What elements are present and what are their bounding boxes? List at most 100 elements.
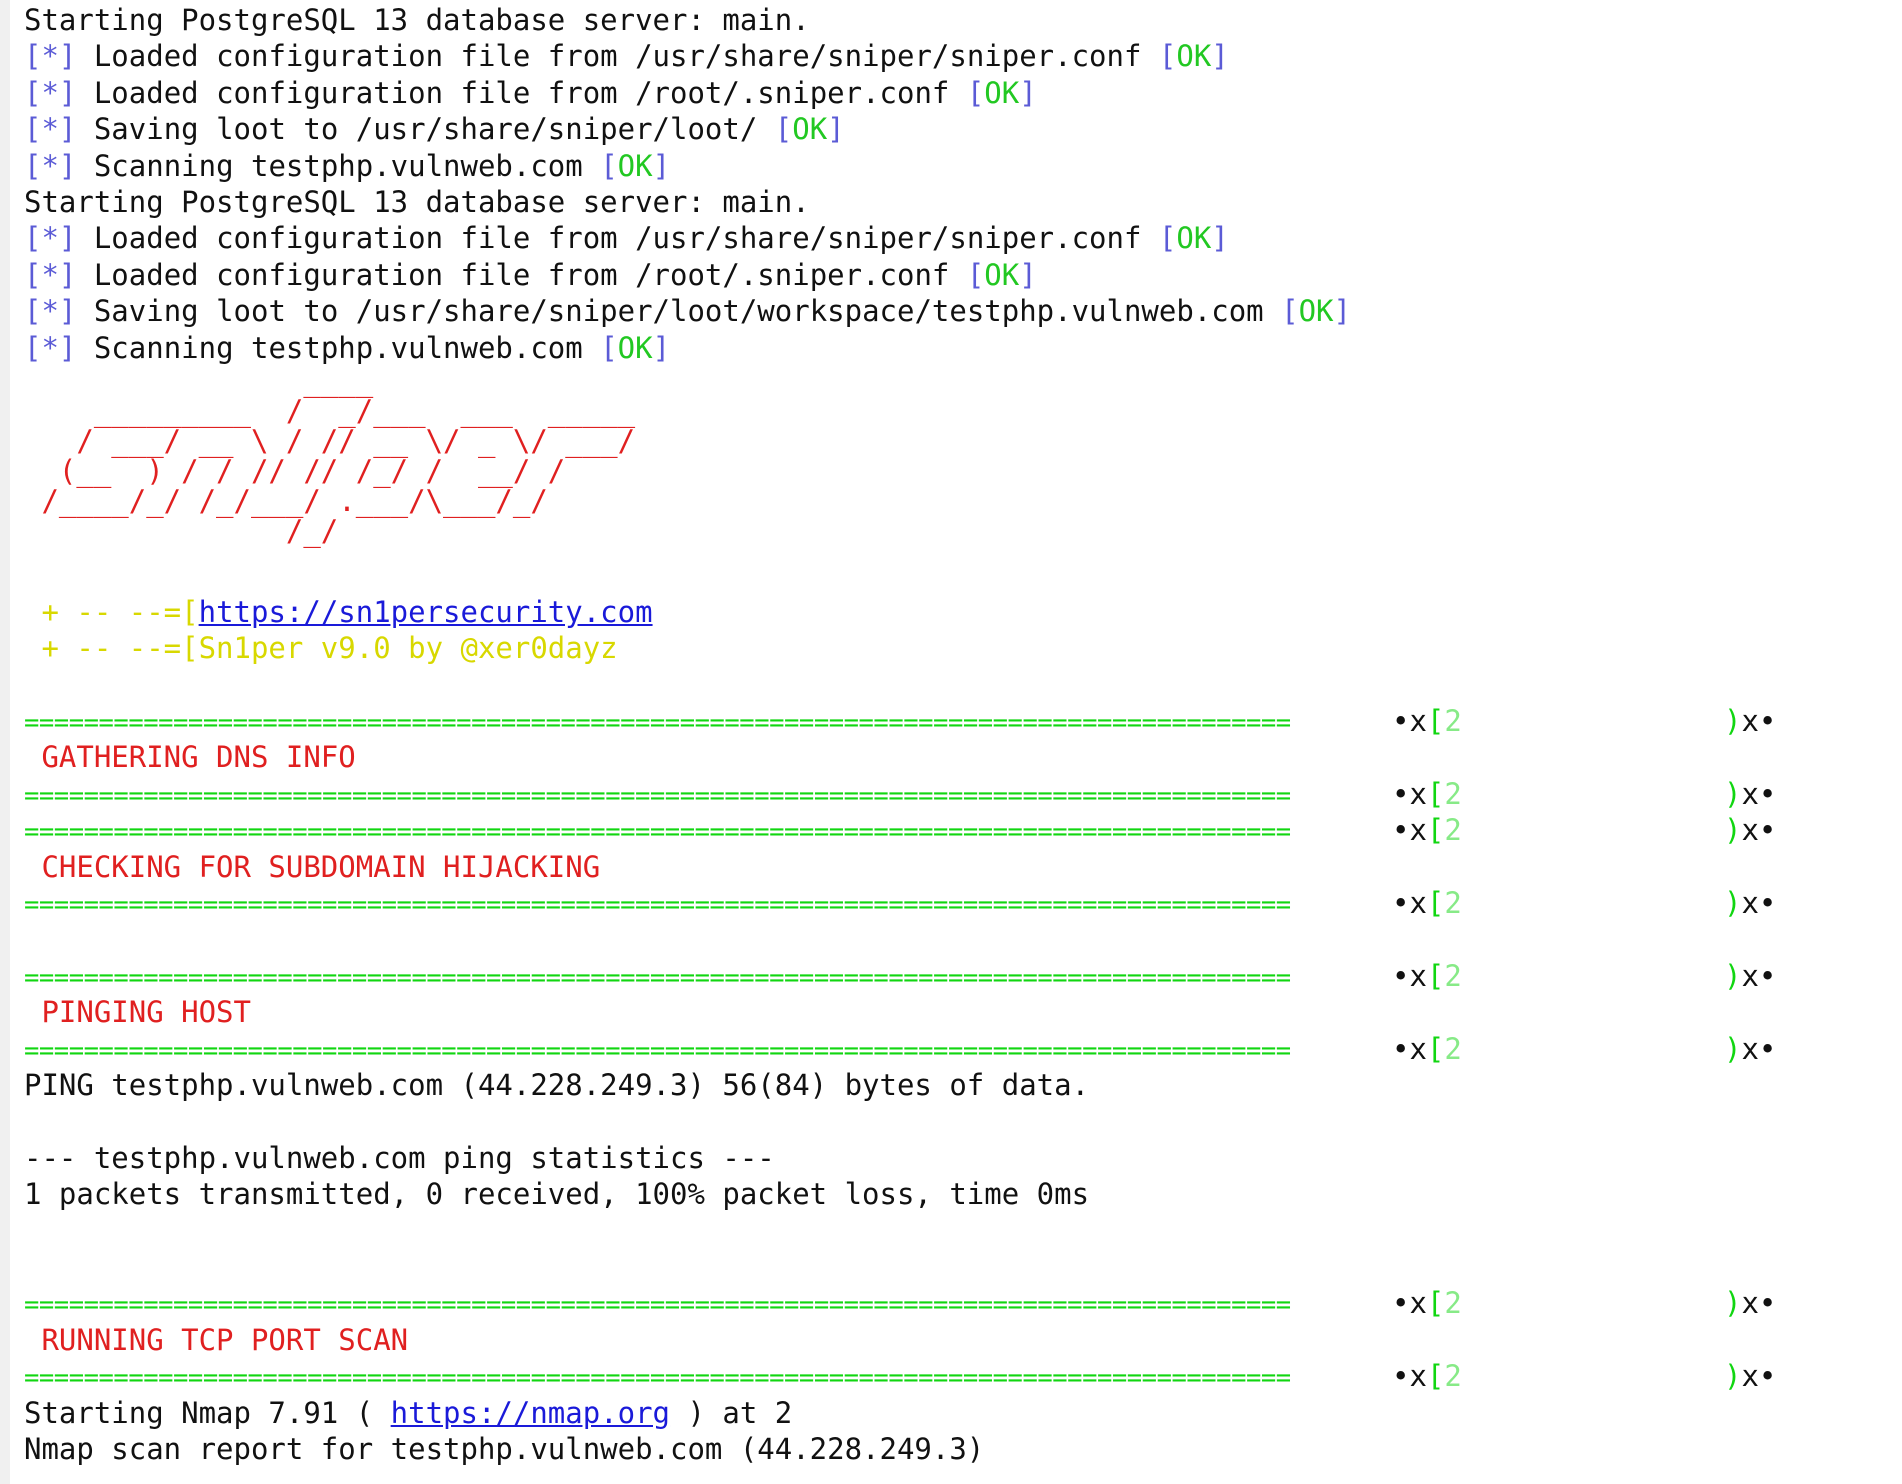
- status-group-2: [*] Loaded configuration file from /usr/…: [24, 220, 1902, 366]
- status-prefix: [*]: [24, 294, 77, 329]
- status-group-1: [*] Loaded configuration file from /usr/…: [24, 38, 1902, 184]
- ok-text: OK: [617, 330, 653, 365]
- logo-line: /____/_/ /_/___/ .___/\___/_/: [24, 483, 548, 518]
- separator-line: ========================================…: [24, 812, 1902, 848]
- separator-line: ========================================…: [24, 703, 1902, 739]
- separator-timestamp: •x[2: [1392, 813, 1462, 848]
- ping-start-line: PING testphp.vulnweb.com (44.228.249.3) …: [24, 1067, 1090, 1102]
- ok-badge: [OK]: [1158, 39, 1229, 74]
- separator-rule: ========================================…: [24, 817, 1291, 848]
- separator-end: )x•: [1724, 704, 1777, 739]
- ok-text: OK: [984, 75, 1020, 110]
- status-prefix: [*]: [24, 221, 77, 256]
- left-gutter: [0, 0, 10, 1484]
- terminal-output[interactable]: Starting PostgreSQL 13 database server: …: [24, 2, 1902, 1467]
- separator-line: ========================================…: [24, 1285, 1902, 1321]
- ping-stats-header: --- testphp.vulnweb.com ping statistics …: [24, 1140, 775, 1175]
- sniper-ascii-logo: ____ _________ / _/___ ___ _____ / ___/ …: [24, 366, 1902, 546]
- nmap-start-line: Starting Nmap 7.91 ( https://nmap.org ) …: [24, 1395, 1902, 1431]
- status-line: [*] Loaded configuration file from /usr/…: [24, 38, 1902, 74]
- status-text: Scanning testphp.vulnweb.com: [76, 330, 601, 365]
- logo-line: _________ / _/___ ___ _____: [24, 393, 636, 428]
- separator-end: )x•: [1724, 776, 1777, 811]
- logo-line: ____: [24, 363, 374, 398]
- status-line: [*] Scanning testphp.vulnweb.com [OK]: [24, 148, 1902, 184]
- status-prefix: [*]: [24, 112, 77, 147]
- status-prefix: [*]: [24, 75, 77, 110]
- ok-badge: [OK]: [600, 330, 671, 365]
- nmap-report-line: Nmap scan report for testphp.vulnweb.com…: [24, 1431, 985, 1466]
- status-text: Loaded configuration file from /root/.sn…: [76, 257, 967, 292]
- status-prefix: [*]: [24, 39, 77, 74]
- separator-rule: ========================================…: [24, 1363, 1291, 1394]
- status-line: [*] Saving loot to /usr/share/sniper/loo…: [24, 293, 1902, 329]
- status-prefix: [*]: [24, 257, 77, 292]
- status-line: [*] Loaded configuration file from /root…: [24, 75, 1902, 111]
- ping-stats-line: 1 packets transmitted, 0 received, 100% …: [24, 1177, 1090, 1212]
- status-line: [*] Loaded configuration file from /usr/…: [24, 220, 1902, 256]
- separator-rule: ========================================…: [24, 1290, 1291, 1321]
- separator-rule: ========================================…: [24, 962, 1291, 993]
- ok-badge: [OK]: [966, 257, 1037, 292]
- separator-end: )x•: [1724, 813, 1777, 848]
- separator-end: )x•: [1724, 1031, 1777, 1066]
- banner-prefix: + -- --=[: [24, 594, 199, 629]
- ok-text: OK: [617, 148, 653, 183]
- section-heading-tcp: RUNNING TCP PORT SCAN: [24, 1322, 409, 1357]
- status-text: Saving loot to /usr/share/sniper/loot/: [76, 112, 775, 147]
- logo-line: (__ ) / / // // /_/ / __/ /: [24, 453, 566, 488]
- ok-text: OK: [1176, 221, 1212, 256]
- status-prefix: [*]: [24, 330, 77, 365]
- ok-text: OK: [984, 257, 1020, 292]
- separator-rule: ========================================…: [24, 1035, 1291, 1066]
- separator-timestamp: •x[2: [1392, 1031, 1462, 1066]
- separator-timestamp: •x[2: [1392, 704, 1462, 739]
- sn1persecurity-link[interactable]: https://sn1persecurity.com: [199, 595, 653, 629]
- separator-timestamp: •x[2: [1392, 776, 1462, 811]
- status-line: [*] Loaded configuration file from /root…: [24, 257, 1902, 293]
- nmap-prefix: Starting Nmap 7.91 (: [24, 1395, 391, 1430]
- ok-badge: [OK]: [1281, 294, 1351, 329]
- separator-rule: ========================================…: [24, 708, 1291, 739]
- postgres-line: Starting PostgreSQL 13 database server: …: [24, 3, 810, 37]
- ok-badge: [OK]: [600, 148, 671, 183]
- separator-end: )x•: [1724, 1359, 1777, 1394]
- separator-end: )x•: [1724, 1286, 1777, 1321]
- section-heading-dns: GATHERING DNS INFO: [24, 740, 356, 775]
- logo-line: /_/: [24, 513, 339, 548]
- ok-text: OK: [1176, 39, 1212, 74]
- logo-line: / ___/ __ \ / // __ \/ _ \/ ___/: [24, 423, 636, 458]
- separator-rule: ========================================…: [24, 780, 1291, 811]
- ok-text: OK: [1298, 294, 1334, 329]
- separator-rule: ========================================…: [24, 890, 1291, 921]
- separator-timestamp: •x[2: [1392, 1359, 1462, 1394]
- separator-timestamp: •x[2: [1392, 886, 1462, 921]
- separator-end: )x•: [1724, 886, 1777, 921]
- separator-line: ========================================…: [24, 776, 1902, 812]
- status-text: Loaded configuration file from /root/.sn…: [76, 75, 967, 110]
- separator-line: ========================================…: [24, 885, 1902, 921]
- separator-end: )x•: [1724, 958, 1777, 993]
- separator-line: ========================================…: [24, 958, 1902, 994]
- postgres-line: Starting PostgreSQL 13 database server: …: [24, 184, 810, 219]
- status-line: [*] Scanning testphp.vulnweb.com [OK]: [24, 330, 1902, 366]
- status-text: Scanning testphp.vulnweb.com: [76, 148, 601, 183]
- ok-badge: [OK]: [1158, 221, 1229, 256]
- status-text: Loaded configuration file from /usr/shar…: [76, 221, 1159, 256]
- separator-timestamp: •x[2: [1392, 1286, 1462, 1321]
- separator-line: ========================================…: [24, 1031, 1902, 1067]
- status-text: Saving loot to /usr/share/sniper/loot/wo…: [76, 294, 1282, 329]
- section-heading-ping: PINGING HOST: [24, 995, 251, 1030]
- status-text: Loaded configuration file from /usr/shar…: [76, 39, 1159, 74]
- ok-text: OK: [792, 112, 828, 147]
- banner-url-line: + -- --=[https://sn1persecurity.com: [24, 594, 1902, 630]
- section-heading-subdomain: CHECKING FOR SUBDOMAIN HIJACKING: [24, 849, 601, 884]
- status-line: [*] Saving loot to /usr/share/sniper/loo…: [24, 111, 1902, 147]
- nmap-link[interactable]: https://nmap.org: [391, 1396, 670, 1430]
